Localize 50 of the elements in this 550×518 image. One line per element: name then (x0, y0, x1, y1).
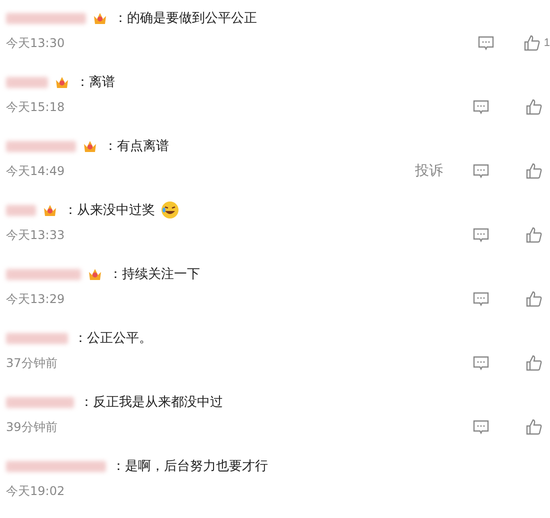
comment-time: 今天13:29 (6, 290, 66, 308)
thumbs-up-icon (524, 35, 540, 51)
thumbs-up-icon (526, 355, 542, 371)
reply-button[interactable] (473, 164, 489, 178)
comment-time: 今天13:30 (6, 34, 66, 52)
comment-time: 今天15:18 (6, 98, 66, 116)
comment-text: ：是啊，后台努力也要才行 (112, 458, 268, 475)
like-button[interactable] (526, 291, 542, 307)
comment-icon (473, 356, 489, 370)
reply-button[interactable] (478, 36, 494, 50)
like-button[interactable] (526, 163, 542, 179)
reply-button[interactable] (473, 420, 489, 434)
comment-icon (478, 36, 494, 50)
comment-time: 今天19:02 (6, 482, 66, 500)
blurred-username (6, 332, 68, 344)
blurred-username (6, 204, 36, 216)
comment-text: ：公正公平。 (74, 330, 152, 347)
like-button[interactable] (526, 355, 542, 371)
like-button[interactable]: 1 (524, 35, 550, 51)
blurred-username (6, 396, 74, 408)
thumbs-up-icon (526, 163, 542, 179)
like-button[interactable] (526, 99, 542, 115)
blurred-username (6, 76, 48, 88)
report-link[interactable]: 投诉 (415, 162, 443, 180)
reply-button[interactable] (473, 100, 489, 114)
comment-time: 今天14:49 (6, 162, 66, 180)
comment-text: ：从来没中过奖 (64, 202, 155, 219)
reply-button[interactable] (473, 292, 489, 306)
comment-text: ：的确是要做到公平公正 (114, 10, 257, 27)
blurred-username (6, 140, 76, 152)
comment-time: 39分钟前 (6, 418, 58, 436)
comment-text: ：持续关注一下 (109, 266, 200, 283)
like-button[interactable] (526, 419, 542, 435)
comment-icon (473, 100, 489, 114)
comment-icon (473, 164, 489, 178)
thumbs-up-icon (526, 99, 542, 115)
comment-text: ：有点离谱 (104, 138, 169, 155)
thumbs-up-icon (526, 291, 542, 307)
comment-icon (473, 228, 489, 242)
like-button[interactable] (526, 227, 542, 243)
comment-time: 37分钟前 (6, 354, 58, 372)
thumbs-up-icon (526, 227, 542, 243)
comment-text: ：离谱 (76, 74, 115, 91)
reply-button[interactable] (473, 356, 489, 370)
comment-icon (473, 420, 489, 434)
comment-icon (473, 292, 489, 306)
comment-text: ：反正我是从来都没中过 (80, 394, 223, 411)
thumbs-up-icon (526, 419, 542, 435)
comment-time: 今天13:33 (6, 226, 66, 244)
reply-button[interactable] (473, 228, 489, 242)
